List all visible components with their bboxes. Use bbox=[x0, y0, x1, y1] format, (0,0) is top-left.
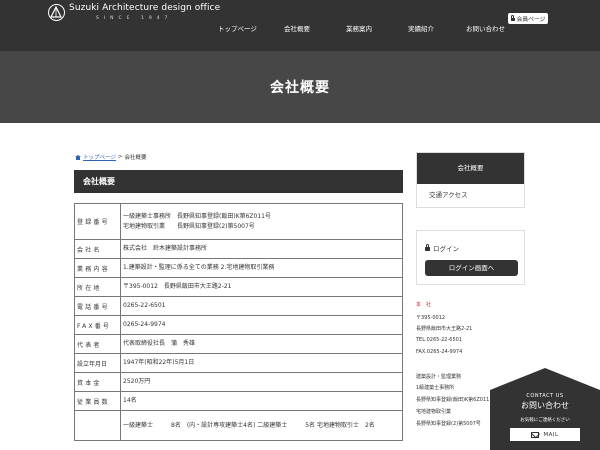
row-label: FAX番号 bbox=[74, 315, 121, 335]
site-header: Suzuki Architecture design office SINCE … bbox=[0, 0, 600, 51]
address-line: 長野県飯田市大王路2-21 bbox=[416, 326, 473, 332]
registration-line-2: 宅地建物取引業 長野県知事登録(2)第5007号 bbox=[123, 222, 255, 230]
lock-icon bbox=[425, 244, 430, 251]
breadcrumb-current: 会社概要 bbox=[124, 155, 147, 161]
address-line: 〒395-0012 bbox=[416, 315, 446, 321]
section-heading: 会社概要 bbox=[74, 170, 403, 193]
license-line: 建築設計・監理業務 bbox=[416, 374, 462, 380]
contact-widget[interactable]: CONTACT US お問い合わせ お気軽にご連絡ください MAIL bbox=[490, 368, 600, 450]
breadcrumb-separator: > bbox=[117, 154, 123, 160]
license-line: 1級建築士事務所 bbox=[416, 385, 455, 391]
row-label: 業務内容 bbox=[74, 258, 121, 278]
table-row: 設立年月日 1947年(昭和22年)5月1日 bbox=[74, 353, 403, 373]
member-page-label: 会員ページ bbox=[516, 17, 546, 23]
contact-en-label: CONTACT US bbox=[526, 393, 564, 399]
member-page-button[interactable]: 会員ページ bbox=[508, 13, 548, 24]
table-row: 一級建築士 8名 (内・設計専攻建築士4名) 二級建築士 5名 宅地建物取引士 … bbox=[74, 410, 403, 441]
row-value: 0265-24-9974 bbox=[120, 315, 403, 335]
row-value: 1.建築設計・監理に係る全ての業務 2.宅地建物取引業務 bbox=[120, 258, 403, 278]
row-label: 資本金 bbox=[74, 372, 121, 392]
row-value: 〒395-0012 長野県飯田市大王路2-21 bbox=[120, 277, 403, 297]
home-icon bbox=[75, 154, 81, 160]
address-line: FAX.0265-24-9974 bbox=[416, 349, 463, 355]
hero-banner: 会社概要 bbox=[0, 51, 600, 123]
row-value: 14名 bbox=[120, 391, 403, 411]
page-title: 会社概要 bbox=[270, 80, 330, 96]
contact-title: お問い合わせ bbox=[521, 401, 569, 410]
nav-item-top[interactable]: トップページ bbox=[218, 23, 257, 33]
row-value: 一級建築士事務所 長野県知事登録(飯田)K第6Z011号 宅地建物取引業 長野県… bbox=[120, 203, 403, 240]
login-button[interactable]: ログイン画面へ bbox=[425, 260, 518, 276]
logo-icon[interactable] bbox=[48, 4, 65, 21]
breadcrumb: トップページ > 会社概要 bbox=[75, 153, 147, 161]
license-line: 宅地建物取引業 bbox=[416, 409, 452, 415]
row-value: 1947年(昭和22年)5月1日 bbox=[120, 353, 403, 373]
row-value: 一級建築士 8名 (内・設計専攻建築士4名) 二級建築士 5名 宅地建物取引士 … bbox=[120, 410, 403, 441]
contact-subtitle: お気軽にご連絡ください bbox=[520, 418, 570, 423]
table-row: 会社名 株式会社 鈴木建築設計事務所 bbox=[74, 239, 403, 259]
row-label: 登録番号 bbox=[74, 203, 121, 240]
row-value: 株式会社 鈴木建築設計事務所 bbox=[120, 239, 403, 259]
mail-button[interactable]: MAIL bbox=[510, 428, 580, 441]
table-row: FAX番号 0265-24-9974 bbox=[74, 315, 403, 335]
mail-icon bbox=[531, 431, 540, 438]
table-row: 業務内容 1.建築設計・監理に係る全ての業務 2.宅地建物取引業務 bbox=[74, 258, 403, 278]
breadcrumb-home-link[interactable]: トップページ bbox=[83, 153, 116, 161]
row-value: 0265-22-6501 bbox=[120, 296, 403, 316]
nav-item-works[interactable]: 実績紹介 bbox=[408, 23, 434, 33]
sidebar-item-access[interactable]: 交通アクセス bbox=[417, 184, 524, 207]
row-value: 2520万円 bbox=[120, 372, 403, 392]
nav-item-contact[interactable]: お問い合わせ bbox=[466, 23, 505, 33]
license-line: 長野県知事登録(飯田)K第6Z011号 bbox=[416, 397, 495, 403]
table-row: 電話番号 0265-22-6501 bbox=[74, 296, 403, 316]
row-label bbox=[74, 410, 121, 441]
license-line: 長野県知事登録(2)第5007号 bbox=[416, 421, 481, 427]
table-row: 所在地 〒395-0012 長野県飯田市大王路2-21 bbox=[74, 277, 403, 297]
row-label: 所在地 bbox=[74, 277, 121, 297]
logo-title[interactable]: Suzuki Architecture design office bbox=[69, 3, 220, 13]
row-label: 代表者 bbox=[74, 334, 121, 354]
row-label: 従業員数 bbox=[74, 391, 121, 411]
row-label: 電話番号 bbox=[74, 296, 121, 316]
login-box: ログイン ログイン画面へ bbox=[416, 230, 525, 285]
company-profile-table: 登録番号 一級建築士事務所 長野県知事登録(飯田)K第6Z011号 宅地建物取引… bbox=[74, 203, 403, 441]
head-office-heading: 本 社 bbox=[416, 302, 432, 308]
nav-item-company[interactable]: 会社概要 bbox=[284, 23, 310, 33]
logo-since: SINCE 1947 bbox=[96, 16, 173, 21]
address-line: TEL.0265-22-6501 bbox=[416, 337, 463, 343]
row-label: 会社名 bbox=[74, 239, 121, 259]
table-row: 従業員数 14名 bbox=[74, 391, 403, 411]
mail-button-label: MAIL bbox=[543, 431, 559, 438]
sidebar-menu: 会社概要 交通アクセス bbox=[416, 152, 525, 208]
login-heading: ログイン bbox=[425, 243, 459, 253]
registration-line-1: 一級建築士事務所 長野県知事登録(飯田)K第6Z011号 bbox=[123, 213, 271, 220]
lock-icon bbox=[510, 15, 515, 22]
table-row: 資本金 2520万円 bbox=[74, 372, 403, 392]
sidebar-menu-title[interactable]: 会社概要 bbox=[417, 153, 524, 184]
nav-item-services[interactable]: 業務案内 bbox=[346, 23, 372, 33]
login-label: ログイン bbox=[433, 245, 459, 253]
table-row: 代表者 代表取締役社長 蒲 秀雄 bbox=[74, 334, 403, 354]
row-label: 設立年月日 bbox=[74, 353, 121, 373]
table-row: 登録番号 一級建築士事務所 長野県知事登録(飯田)K第6Z011号 宅地建物取引… bbox=[74, 203, 403, 240]
row-value: 代表取締役社長 蒲 秀雄 bbox=[120, 334, 403, 354]
